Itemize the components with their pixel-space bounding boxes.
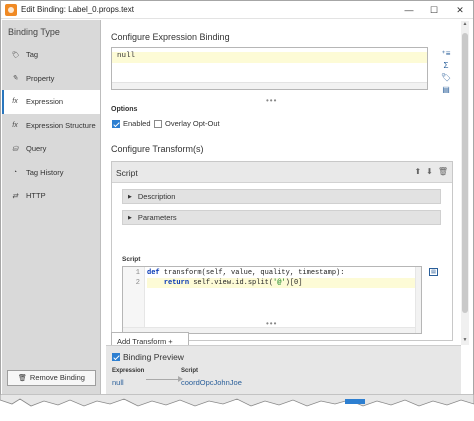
code-text: )[0]: [285, 279, 303, 287]
checkbox-unchecked-icon[interactable]: [154, 119, 162, 128]
checkbox-checked-icon[interactable]: [112, 353, 120, 361]
torn-edge: [0, 394, 474, 407]
add-transform-button[interactable]: Add Transform +: [111, 332, 189, 346]
sidebar-item-label: Query: [26, 144, 47, 154]
code-line[interactable]: def transform(self, value, quality, time…: [147, 268, 344, 278]
add-property-icon[interactable]: ⁺≡: [440, 49, 452, 61]
remove-binding-button[interactable]: 🗑 Remove Binding: [7, 370, 96, 386]
sidebar-item-label: Expression Structure: [26, 120, 96, 130]
sidebar-item-tag-history[interactable]: ◔ Tag History: [2, 161, 100, 185]
options-heading: Options: [111, 106, 138, 113]
binding-config-panel: Configure Expression Binding null ⁺≡ Σ 🏷…: [106, 20, 460, 346]
keyword: def: [147, 269, 160, 277]
sidebar-item-query[interactable]: ⛁ Query: [2, 137, 100, 161]
preview-script-label: Script: [181, 368, 199, 374]
delete-icon[interactable]: 🗑: [438, 167, 448, 176]
resize-grip-icon[interactable]: •••: [266, 96, 277, 105]
caret-right-icon: ▶: [128, 193, 132, 200]
trash-icon: 🗑: [18, 375, 27, 382]
property-icon: ✎: [12, 75, 18, 83]
line-gutter: 1 2: [123, 267, 145, 333]
history-icon: ◔: [12, 168, 18, 176]
tag-icon[interactable]: 🏷: [440, 73, 452, 85]
app-logo-icon: [5, 4, 17, 16]
preview-expression-label: Expression: [112, 368, 145, 374]
sidebar-item-property[interactable]: ✎ Property: [2, 67, 100, 91]
parameters-label: Parameters: [137, 213, 177, 222]
sidebar-item-expression[interactable]: fx Expression: [2, 90, 100, 114]
preview-expression-value: null: [112, 378, 124, 387]
list-icon[interactable]: ▤: [440, 85, 452, 97]
overlay-opt-out-label: Overlay Opt-Out: [165, 119, 220, 128]
parameters-accordion[interactable]: ▶ Parameters: [122, 210, 441, 225]
function-sum-icon[interactable]: Σ: [440, 61, 452, 73]
close-button[interactable]: ✕: [447, 2, 473, 18]
fx-icon: fx: [12, 98, 18, 106]
expand-editor-icon[interactable]: ▤: [429, 268, 438, 276]
expression-heading: Configure Expression Binding: [111, 32, 230, 42]
expression-toolbar: ⁺≡ Σ 🏷 ▤: [440, 49, 452, 97]
string-literal: '@': [273, 279, 286, 287]
description-accordion[interactable]: ▶ Description: [122, 189, 441, 204]
maximize-button[interactable]: ☐: [421, 2, 447, 18]
sidebar-item-tag[interactable]: 🏷 Tag: [2, 43, 100, 67]
transform-title: Script: [116, 168, 138, 178]
sidebar-item-label: Expression: [26, 97, 64, 107]
expression-editor[interactable]: null: [111, 47, 428, 90]
binding-type-sidebar: Binding Type 🏷 Tag ✎ Property fx Express…: [2, 20, 101, 395]
transform-actions: ⬆ ⬇ 🗑: [414, 167, 448, 176]
window-title: Edit Binding: Label_0.props.text: [21, 5, 134, 14]
sidebar-item-expression-structure[interactable]: fx Expression Structure: [2, 114, 100, 138]
arrow-right-icon: [146, 376, 183, 382]
sidebar-item-label: Property: [26, 73, 55, 83]
description-label: Description: [137, 192, 176, 201]
checkbox-checked-icon[interactable]: [112, 119, 120, 128]
binding-preview-label: Binding Preview: [123, 352, 184, 362]
remove-binding-label: Remove Binding: [29, 373, 85, 382]
sidebar-item-label: HTTP: [26, 191, 46, 201]
database-icon: ⛁: [12, 145, 18, 153]
enabled-checkbox[interactable]: Enabled: [112, 119, 151, 128]
sidebar-item-label: Tag: [26, 50, 39, 60]
script-label: Script: [122, 256, 141, 263]
transforms-heading: Configure Transform(s): [111, 144, 204, 154]
code-vscrollbar[interactable]: [415, 267, 421, 333]
overlay-opt-out-checkbox[interactable]: Overlay Opt-Out: [154, 119, 220, 128]
code-line-current[interactable]: return self.view.id.split('@')[0]: [147, 278, 421, 288]
binding-preview-toggle[interactable]: Binding Preview: [112, 352, 184, 362]
main-vscrollbar[interactable]: ▲ ▼: [461, 21, 469, 345]
edit-binding-window: Edit Binding: Label_0.props.text — ☐ ✕ B…: [0, 0, 474, 400]
sidebar-item-label: Tag History: [26, 167, 64, 177]
move-up-icon[interactable]: ⬆: [414, 167, 421, 176]
expression-value[interactable]: null: [112, 52, 427, 63]
enabled-label: Enabled: [123, 119, 151, 128]
scroll-down-icon[interactable]: ▼: [462, 337, 468, 345]
scroll-thumb[interactable]: [462, 33, 468, 313]
tag-icon: 🏷: [10, 51, 20, 59]
transform-header: Script ⬆ ⬇ 🗑: [112, 162, 452, 183]
binding-preview: Binding Preview Expression null Script c…: [106, 345, 461, 395]
line-number: 1: [135, 269, 140, 277]
scroll-up-icon[interactable]: ▲: [462, 21, 468, 29]
caret-right-icon: ▶: [128, 214, 132, 221]
code-text: transform(self, value, quality, timestam…: [159, 269, 345, 277]
expression-hscrollbar[interactable]: [112, 82, 427, 89]
fx-icon: fx: [12, 121, 18, 129]
title-bar: Edit Binding: Label_0.props.text — ☐ ✕: [1, 1, 473, 19]
http-icon: ⇄: [12, 192, 18, 200]
resize-grip-icon[interactable]: •••: [266, 319, 277, 328]
script-transform-panel: Script ⬆ ⬇ 🗑 ▶ Description ▶ Parameters Sc…: [111, 161, 453, 341]
preview-script-value: coordOpcJohnJoe: [181, 378, 242, 387]
sidebar-item-http[interactable]: ⇄ HTTP: [2, 184, 100, 208]
keyword: return: [163, 279, 190, 287]
sidebar-heading: Binding Type: [8, 27, 60, 37]
line-number: 2: [135, 279, 140, 287]
code-text: self.view.id.split(: [189, 279, 274, 287]
move-down-icon[interactable]: ⬇: [426, 167, 433, 176]
minimize-button[interactable]: —: [396, 2, 422, 18]
